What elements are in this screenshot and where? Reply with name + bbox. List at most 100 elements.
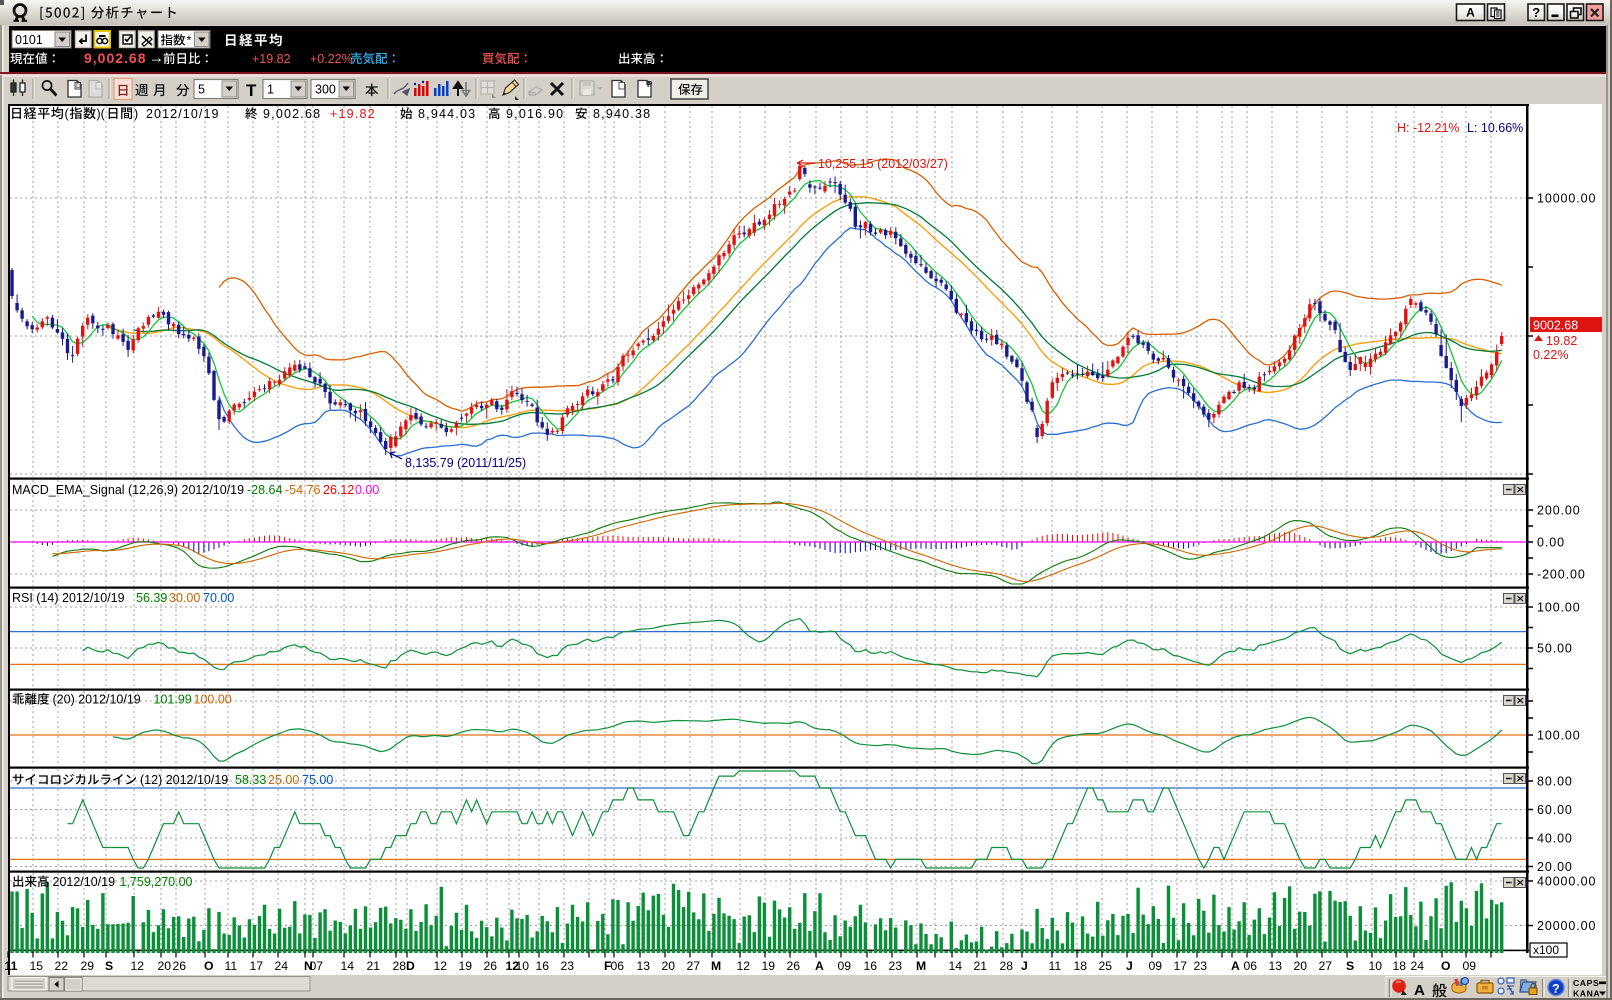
svg-text:20: 20 [662, 959, 676, 973]
svg-text:16: 16 [864, 959, 878, 973]
svg-text:10000.00: 10000.00 [1537, 192, 1596, 206]
svg-text:0.22%: 0.22% [1533, 348, 1568, 362]
svg-text:12: 12 [131, 959, 145, 973]
svg-text:KANA: KANA [1573, 989, 1600, 999]
svg-text:21: 21 [367, 959, 381, 973]
svg-text:O: O [1441, 959, 1450, 973]
svg-text:28: 28 [1000, 959, 1014, 973]
svg-text:9002.68: 9002.68 [1533, 319, 1578, 333]
svg-text:(20) 2012/10/19: (20) 2012/10/19 [53, 693, 141, 707]
svg-text:26.12: 26.12 [323, 483, 354, 497]
svg-text:09: 09 [1149, 959, 1163, 973]
svg-text:19: 19 [459, 959, 473, 973]
svg-text:J: J [1126, 959, 1133, 973]
svg-text:25: 25 [1099, 959, 1113, 973]
svg-text:9,002.68: 9,002.68 [263, 107, 321, 121]
svg-text:L: 10.66%: L: 10.66% [1467, 121, 1523, 135]
svg-text:27: 27 [687, 959, 701, 973]
svg-text:19.82: 19.82 [1546, 334, 1577, 348]
svg-text:13: 13 [1269, 959, 1283, 973]
svg-text:20: 20 [158, 959, 172, 973]
svg-text:H: -12.21%: H: -12.21% [1397, 121, 1460, 135]
svg-text:15: 15 [30, 959, 44, 973]
svg-text:09: 09 [838, 959, 852, 973]
svg-text:09: 09 [1463, 959, 1477, 973]
svg-text:24: 24 [275, 959, 289, 973]
svg-text:17: 17 [250, 959, 264, 973]
svg-text:21: 21 [974, 959, 988, 973]
svg-text:11: 11 [225, 959, 238, 973]
svg-text:10: 10 [516, 959, 530, 973]
svg-text:M: M [711, 959, 721, 973]
svg-text:26: 26 [173, 959, 187, 973]
svg-text:?: ? [1532, 5, 1540, 20]
svg-text:): ) [134, 107, 138, 121]
svg-text:16: 16 [536, 959, 550, 973]
svg-text:A: A [1414, 982, 1425, 999]
svg-text:23: 23 [889, 959, 903, 973]
svg-text:M: M [916, 959, 926, 973]
svg-text:*: * [187, 34, 192, 48]
svg-text:58.33: 58.33 [235, 773, 266, 787]
svg-text:28: 28 [393, 959, 407, 973]
svg-text:29: 29 [81, 959, 95, 973]
svg-text:200.00: 200.00 [1537, 504, 1581, 518]
svg-text:100.00: 100.00 [1537, 601, 1581, 615]
svg-text:20: 20 [1294, 959, 1308, 973]
svg-text:23: 23 [1194, 959, 1208, 973]
svg-text:MACD_EMA_Signal (12,26,9) 2012: MACD_EMA_Signal (12,26,9) 2012/10/19 [12, 483, 244, 497]
svg-text:100.00: 100.00 [194, 693, 232, 707]
svg-text:27: 27 [1319, 959, 1333, 973]
svg-text:8,940.38: 8,940.38 [593, 107, 651, 121]
svg-text:14: 14 [949, 959, 963, 973]
svg-text:A: A [1466, 6, 1475, 20]
svg-text:-54.76: -54.76 [285, 483, 320, 497]
svg-text:0101: 0101 [15, 33, 43, 47]
svg-text:19: 19 [762, 959, 776, 973]
svg-text:1,759,270.00: 1,759,270.00 [120, 875, 193, 889]
svg-text:300: 300 [315, 83, 336, 97]
svg-text:70.00: 70.00 [203, 591, 234, 605]
svg-text:18: 18 [1393, 959, 1407, 973]
svg-text:9,002.68: 9,002.68 [84, 50, 147, 66]
svg-text:9,016.90: 9,016.90 [506, 107, 564, 121]
svg-text:→: → [149, 50, 164, 67]
svg-text:11: 11 [1049, 959, 1062, 973]
svg-text:?: ? [1552, 982, 1560, 996]
svg-text:8,944.03: 8,944.03 [418, 107, 476, 121]
svg-text:RSI (14) 2012/10/19: RSI (14) 2012/10/19 [12, 591, 125, 605]
svg-text:22: 22 [55, 959, 69, 973]
svg-text:26: 26 [787, 959, 801, 973]
svg-text:+0.22%: +0.22% [310, 52, 353, 66]
svg-text:A: A [815, 959, 824, 973]
svg-text:101.99: 101.99 [154, 693, 192, 707]
svg-text:8,135.79 (2011/11/25): 8,135.79 (2011/11/25) [405, 456, 526, 470]
svg-text:25.00: 25.00 [268, 773, 299, 787]
svg-text:-200.00: -200.00 [1537, 568, 1586, 582]
svg-text:30.00: 30.00 [169, 591, 200, 605]
svg-text:12: 12 [434, 959, 448, 973]
svg-text:CAPS: CAPS [1573, 978, 1599, 988]
svg-text:11: 11 [5, 959, 18, 973]
svg-text:26: 26 [484, 959, 498, 973]
svg-text:0.00: 0.00 [1537, 536, 1565, 550]
svg-text:80.00: 80.00 [1537, 775, 1573, 789]
svg-text:06: 06 [1244, 959, 1258, 973]
svg-text:14: 14 [341, 959, 355, 973]
svg-text:13: 13 [637, 959, 651, 973]
svg-text:O: O [204, 959, 213, 973]
svg-text:10: 10 [1369, 959, 1383, 973]
svg-text:17: 17 [1174, 959, 1188, 973]
svg-text:12: 12 [737, 959, 751, 973]
svg-text:D: D [406, 959, 415, 973]
svg-text:23: 23 [561, 959, 575, 973]
svg-text:60.00: 60.00 [1537, 803, 1573, 817]
svg-text:100.00: 100.00 [1537, 729, 1581, 743]
svg-text:+19.82: +19.82 [330, 107, 376, 121]
svg-text:56.39: 56.39 [136, 591, 167, 605]
svg-text:20000.00: 20000.00 [1537, 919, 1596, 933]
svg-text:S: S [105, 959, 113, 973]
svg-text:24: 24 [1411, 959, 1425, 973]
svg-text:40000.00: 40000.00 [1537, 875, 1596, 889]
svg-text:75.00: 75.00 [302, 773, 333, 787]
